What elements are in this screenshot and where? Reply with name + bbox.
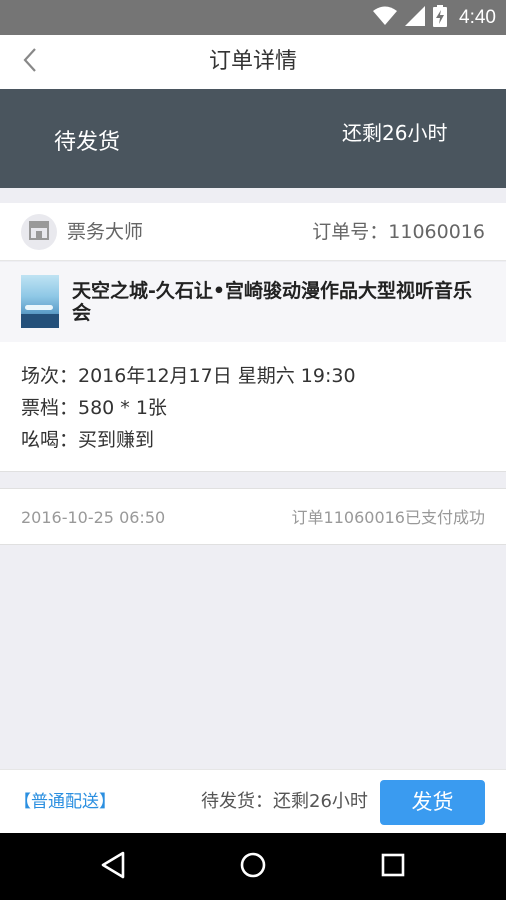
cell-signal-icon — [405, 5, 426, 30]
banner-status-text: 待发货 — [54, 130, 121, 155]
order-number: 订单号：11060016 — [312, 221, 485, 243]
banner-remaining-time: 还剩26小时 — [342, 121, 448, 145]
nav-home-button[interactable] — [236, 850, 270, 884]
bottom-status-text: 待发货：还剩26小时 — [201, 791, 368, 812]
app-bar: 订单详情 — [0, 35, 506, 89]
ship-button[interactable]: 发货 — [380, 780, 485, 825]
log-timestamp: 2016-10-25 06:50 — [21, 508, 166, 527]
ticket-tier-line: 票档：580 * 1张 — [21, 397, 167, 419]
back-button[interactable] — [12, 43, 48, 81]
chevron-left-icon — [22, 47, 38, 77]
log-message: 订单11060016已支付成功 — [291, 508, 485, 527]
product-title: 天空之城-久石让•宫崎骏动漫作品大型视听音乐会 — [72, 280, 473, 324]
order-log-row: 2016-10-25 06:50 订单11060016已支付成功 — [0, 488, 506, 545]
nav-back-button[interactable] — [96, 850, 130, 884]
store-icon — [28, 220, 50, 244]
order-details: 场次：2016年12月17日 星期六 19:30 票档：580 * 1张 吆喝：… — [0, 342, 506, 472]
status-icons: 4:40 — [373, 0, 496, 35]
product-thumbnail — [21, 275, 59, 328]
seller-avatar — [21, 214, 57, 250]
system-nav-bar — [0, 833, 506, 900]
recents-square-icon — [380, 852, 406, 882]
seller-name: 票务大师 — [67, 221, 144, 243]
nav-recents-button[interactable] — [376, 850, 410, 884]
wifi-icon — [373, 6, 398, 30]
page-title: 订单详情 — [208, 49, 297, 74]
session-line: 场次：2016年12月17日 星期六 19:30 — [21, 365, 356, 387]
battery-charging-icon — [433, 4, 448, 31]
shipping-method-link[interactable]: 【普通配送】 — [14, 770, 116, 834]
seller-row: 票务大师 订单号：11060016 — [0, 203, 506, 261]
bottom-action-bar: 【普通配送】 待发货：还剩26小时 发货 — [0, 769, 506, 833]
home-circle-icon — [239, 851, 267, 883]
back-triangle-icon — [100, 851, 126, 883]
status-bar: 4:40 — [0, 0, 506, 35]
status-time: 4:40 — [459, 6, 496, 28]
product-row[interactable]: 天空之城-久石让•宫崎骏动漫作品大型视听音乐会 — [0, 262, 506, 342]
slogan-line: 吆喝：买到赚到 — [21, 429, 155, 451]
